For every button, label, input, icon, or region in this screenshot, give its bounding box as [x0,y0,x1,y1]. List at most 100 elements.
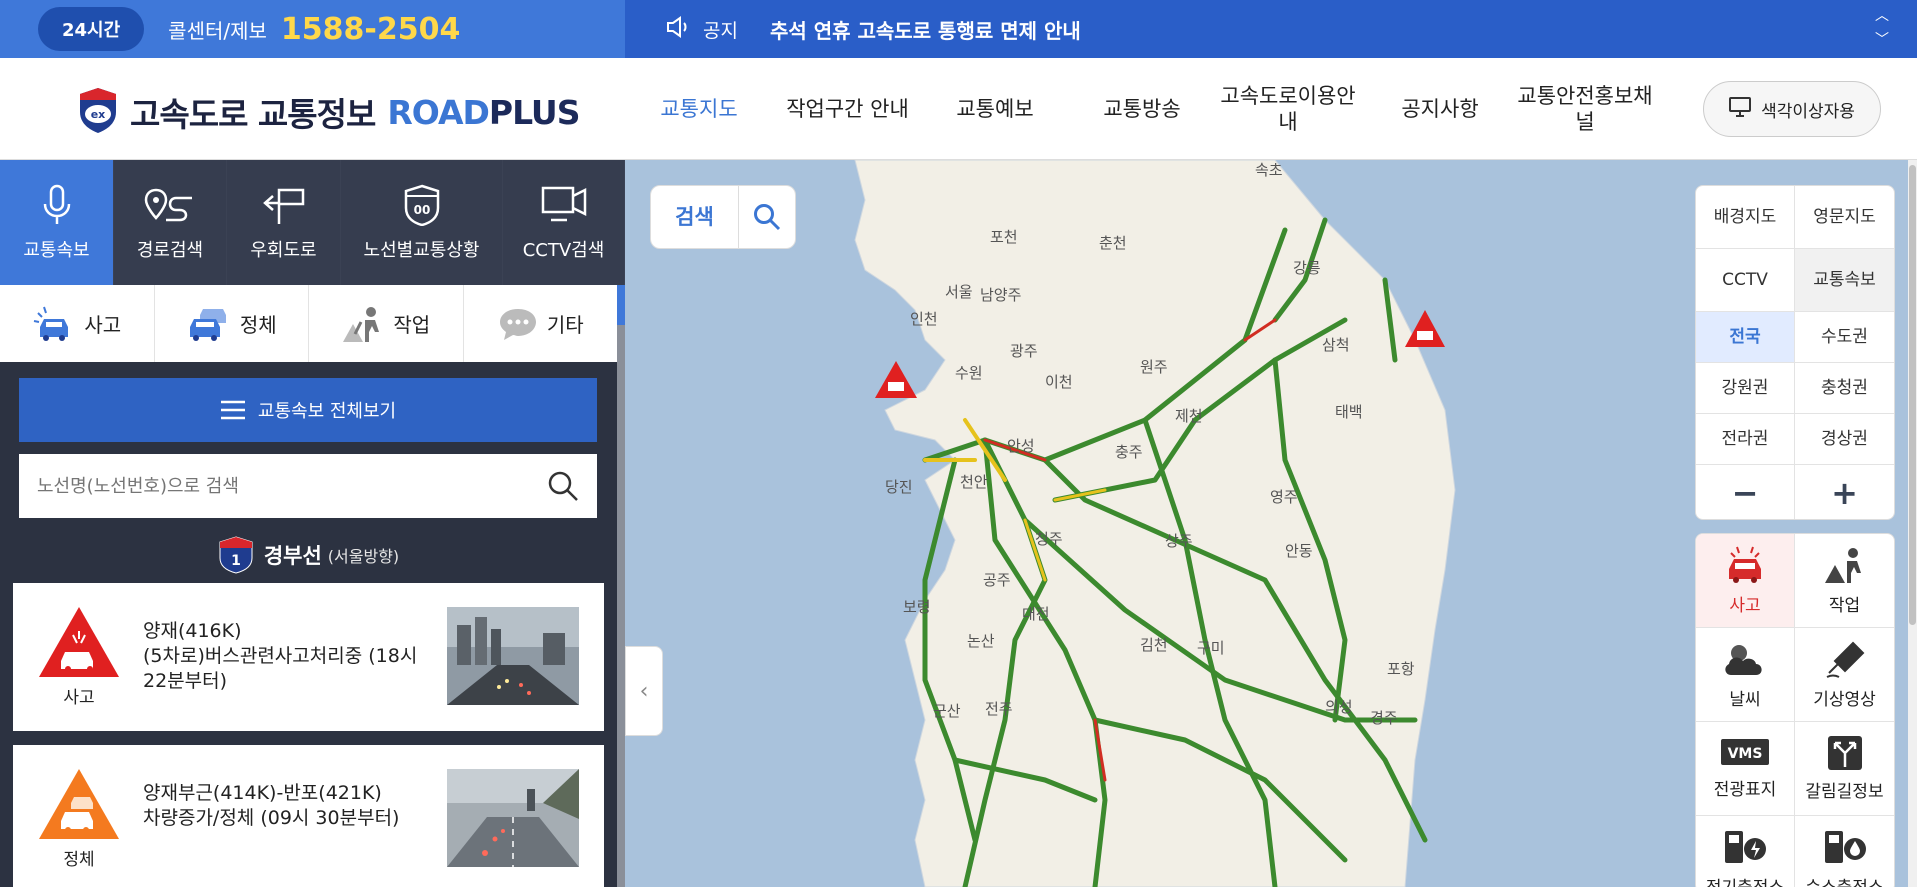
zoom-in-button[interactable]: + [1795,465,1894,519]
route-search-input[interactable] [37,475,547,497]
traffic-alert-card[interactable]: 정체 양재부근(414K)-반포(421K) 차량증가/정체 (09시 30분부… [13,745,604,887]
city-label: 대전 [1022,605,1050,623]
junction-sign-icon [1827,736,1862,770]
logo[interactable]: ex 고속도로 교통정보 ROADPLUS [76,86,580,138]
cctv-thumbnail[interactable] [447,769,579,867]
panel-tabs: 교통속보 경로검색 우회도로 00 노선별교통상황 CCTV검색 [0,160,625,285]
city-label: 포항 [1387,660,1415,678]
panel-scroll-thumb[interactable] [617,285,625,325]
callcenter-bar: 24시간 콜센터/제보 1588-2504 [0,0,625,58]
city-label: 포천 [990,228,1018,246]
nav-work-zone[interactable]: 작업구간 안내 [780,58,915,160]
nav-notices[interactable]: 공지사항 [1390,58,1490,160]
logo-brand: ROADPLUS [387,92,580,132]
tab-cctv-search[interactable]: CCTV검색 [503,160,625,285]
traffic-info-panel: 교통속보 경로검색 우회도로 00 노선별교통상황 CCTV검색 사고 정체 작… [0,160,625,887]
city-label: 서울 [945,283,973,301]
weather-camera-icon [1826,641,1864,678]
nav-traffic-map[interactable]: 교통지도 [648,58,750,160]
english-map-button[interactable]: 영문지도 [1795,186,1894,249]
zoom-out-button[interactable]: − [1696,465,1795,519]
search-icon[interactable] [547,470,579,502]
tab-traffic-alert[interactable]: 교통속보 [0,160,114,285]
region-jeolla-button[interactable]: 전라권 [1696,414,1795,465]
map-search-label[interactable]: 검색 [651,185,739,249]
tab-route-traffic[interactable]: 00 노선별교통상황 [341,160,503,285]
city-label: 안성 [1007,437,1035,455]
weather-video-toggle-button[interactable]: 기상영상 [1795,628,1894,722]
notice-arrows: ︿ ﹀ [1875,4,1889,52]
view-all-alerts-button[interactable]: 교통속보 전체보기 [19,378,597,442]
city-label: 청주 [1035,530,1063,548]
city-label: 공주 [983,571,1011,589]
traffic-alert-card[interactable]: 사고 양재(416K) (5차로)버스관련사고처리중 (18시 22분부터) [13,583,604,731]
notice-text[interactable]: 추석 연휴 고속도로 통행료 면제 안내 [770,15,1081,44]
region-gyeongsang-button[interactable]: 경상권 [1795,414,1894,465]
chevron-up-icon[interactable]: ︿ [1875,4,1889,28]
traffic-alert-layer-button[interactable]: 교통속보 [1795,249,1894,312]
vms-sign-icon: VMS [1721,739,1769,765]
nav-safety-channel[interactable]: 교통안전홍보채널 [1510,58,1660,160]
route-direction: (서울방향) [327,547,400,566]
alert-description: 양재(416K) (5차로)버스관련사고처리중 (18시 22분부터) [143,620,418,692]
tab-route-search[interactable]: 경로검색 [114,160,227,285]
category-work[interactable]: 작업 [309,285,464,362]
panel-scrollbar[interactable] [617,285,625,887]
map-search-box[interactable]: 검색 [650,185,796,249]
background-map-button[interactable]: 배경지도 [1696,186,1795,249]
map-search-button[interactable] [739,203,795,231]
page-scroll-thumb[interactable] [1909,165,1916,625]
city-label: 구미 [1197,639,1225,657]
chevron-down-icon[interactable]: ﹀ [1875,28,1889,52]
category-etc[interactable]: 기타 [464,285,618,362]
tab-label: 경로검색 [136,239,204,261]
colorblind-mode-button[interactable]: 색각이상자용 [1703,81,1881,137]
logo-brand-road: ROAD [387,92,490,132]
expressway-shield-icon: ex [76,86,120,138]
region-chungcheong-button[interactable]: 충청권 [1795,363,1894,414]
junction-toggle-button[interactable]: 갈림길정보 [1795,722,1894,816]
category-label: 작업 [393,313,431,337]
tab-label: 교통속보 [23,239,90,261]
region-gangwon-button[interactable]: 강원권 [1696,363,1795,414]
cctv-thumbnail[interactable] [447,607,579,705]
city-label: 속초 [1255,161,1283,179]
svg-text:VMS: VMS [1728,746,1763,762]
collapse-panel-button[interactable]: ‹ [625,646,663,736]
city-label: 충주 [1115,443,1143,461]
region-all-button[interactable]: 전국 [1696,312,1795,363]
worker-icon [1824,548,1861,583]
detour-sign-icon [262,188,304,224]
info-label: 사고 [1729,596,1761,616]
site-header: ex 고속도로 교통정보 ROADPLUS 교통지도 작업구간 안내 교통예보 … [0,58,1917,160]
city-label: 논산 [967,632,995,650]
ev-charger-toggle-button[interactable]: 전기충전소 [1696,816,1795,887]
city-label: 태백 [1335,403,1363,421]
vms-toggle-button[interactable]: VMS 전광표지 [1696,722,1795,816]
work-toggle-button[interactable]: 작업 [1795,534,1894,628]
category-congestion[interactable]: 정체 [155,285,309,362]
hydrogen-charger-toggle-button[interactable]: 수소충전소 [1795,816,1894,887]
nav-traffic-broadcast[interactable]: 교통방송 [1092,58,1192,160]
info-label: 기상영상 [1813,690,1876,710]
info-label: 전기충전소 [1706,873,1784,887]
tab-label: 우회도로 [250,239,317,261]
accident-toggle-button[interactable]: 사고 [1696,534,1795,628]
cctv-layer-button[interactable]: CCTV [1696,249,1795,312]
region-capital-button[interactable]: 수도권 [1795,312,1894,363]
nav-highway-guide[interactable]: 고속도로이용안내 [1218,58,1358,160]
tab-detour[interactable]: 우회도로 [227,160,341,285]
category-filter: 사고 정체 작업 기타 [0,285,617,362]
callcenter-phone[interactable]: 1588-2504 [281,12,460,47]
speech-bubble-icon [499,308,536,340]
city-label: 천안 [960,473,988,491]
colorblind-label: 색각이상자용 [1761,101,1855,122]
city-label: 의성 [1325,698,1353,716]
category-accident[interactable]: 사고 [0,285,155,362]
accident-car-icon [34,306,69,341]
city-label: 원주 [1140,358,1168,376]
weather-toggle-button[interactable]: 날씨 [1696,628,1795,722]
route-shield-icon: 1 [219,536,253,574]
city-label: 보령 [903,598,931,616]
nav-traffic-forecast[interactable]: 교통예보 [945,58,1045,160]
